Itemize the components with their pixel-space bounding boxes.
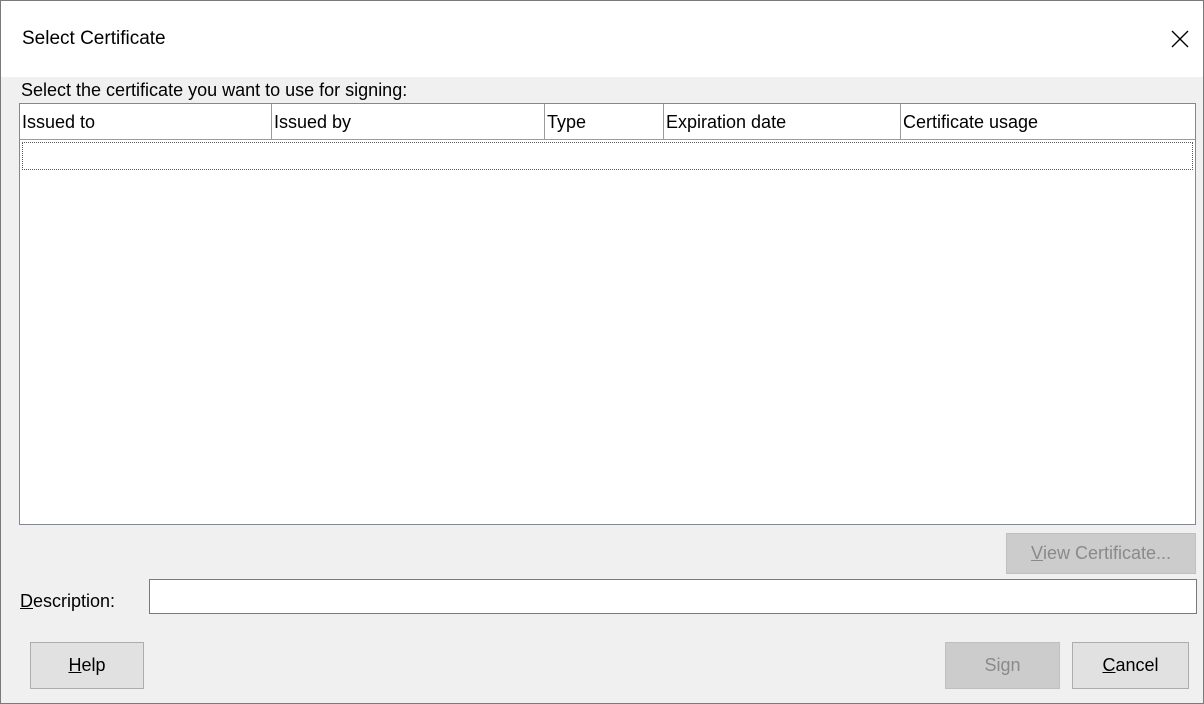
certificate-list[interactable]: Issued to Issued by Type Expiration date…: [19, 103, 1196, 525]
description-label: Description:: [20, 591, 115, 612]
close-button[interactable]: [1157, 1, 1203, 77]
cancel-button[interactable]: Cancel: [1072, 642, 1189, 689]
list-header: Issued to Issued by Type Expiration date…: [20, 104, 1195, 140]
view-certificate-label: iew Certificate...: [1042, 543, 1172, 563]
description-mnemonic: D: [20, 591, 33, 611]
sign-label: Sign: [984, 655, 1021, 675]
column-header-issued-by[interactable]: Issued by: [271, 104, 544, 139]
title-bar: Select Certificate: [1, 1, 1203, 77]
column-header-expiration-date[interactable]: Expiration date: [663, 104, 900, 139]
view-certificate-button[interactable]: View Certificate...: [1006, 533, 1196, 574]
column-header-type[interactable]: Type: [544, 104, 663, 139]
view-certificate-mnemonic: V: [1030, 543, 1043, 563]
description-input[interactable]: [149, 579, 1197, 614]
help-button[interactable]: Help: [30, 642, 144, 689]
description-label-text: escription:: [33, 591, 116, 611]
column-header-certificate-usage[interactable]: Certificate usage: [900, 104, 1195, 139]
sign-button[interactable]: Sign: [945, 642, 1060, 689]
instruction-label: Select the certificate you want to use f…: [21, 80, 408, 100]
focused-empty-row[interactable]: [22, 142, 1193, 170]
cancel-mnemonic: C: [1102, 655, 1116, 675]
help-mnemonic: H: [68, 655, 82, 675]
select-certificate-dialog: Select Certificate Select the certificat…: [0, 0, 1204, 704]
column-header-issued-to[interactable]: Issued to: [20, 104, 271, 139]
help-label: elp: [81, 655, 106, 675]
dialog-title: Select Certificate: [22, 28, 166, 49]
close-icon: [1171, 30, 1189, 48]
cancel-label: ancel: [1115, 655, 1159, 675]
